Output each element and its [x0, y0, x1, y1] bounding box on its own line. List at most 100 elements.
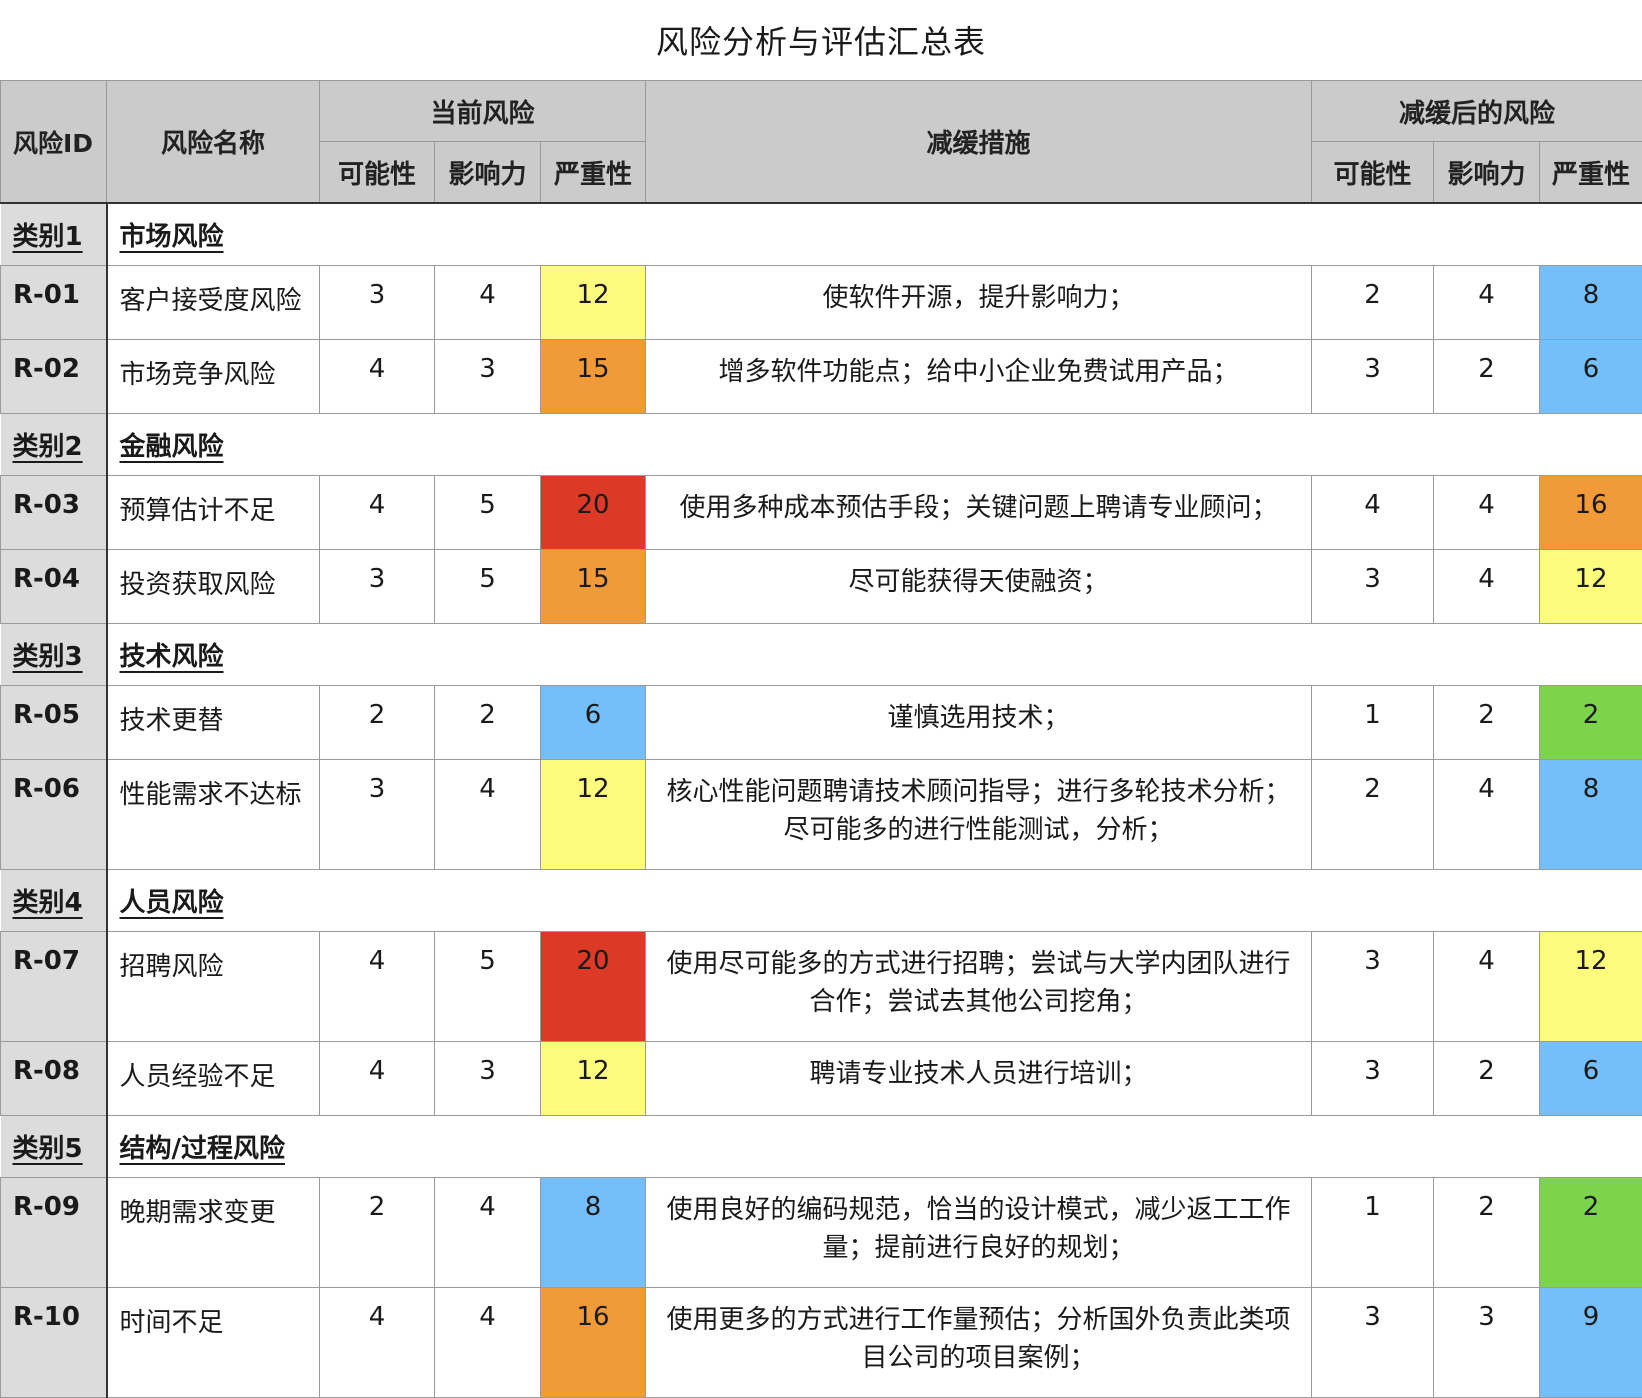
category-label: 类别2: [13, 432, 83, 462]
post-likelihood-value: 3: [1312, 932, 1434, 1042]
post-severity-value: 8: [1540, 266, 1642, 340]
category-label-cell: 类别5: [1, 1116, 107, 1178]
risk-table: 风险ID 风险名称 当前风险 减缓措施 减缓后的风险 可能性 影响力 严重性 可…: [0, 80, 1642, 1398]
likelihood-value: 4: [320, 340, 435, 414]
severity-value: 20: [541, 932, 646, 1042]
post-likelihood-value: 4: [1312, 476, 1434, 550]
post-severity-value: 12: [1540, 550, 1642, 624]
table-row: R-05技术更替226谨慎选用技术；122: [1, 686, 1642, 760]
severity-value: 6: [541, 686, 646, 760]
risk-id: R-01: [1, 266, 107, 340]
category-label: 类别5: [13, 1134, 83, 1164]
impact-value: 4: [435, 1288, 541, 1398]
post-likelihood-value: 2: [1312, 760, 1434, 870]
post-severity-value: 16: [1540, 476, 1642, 550]
risk-id: R-04: [1, 550, 107, 624]
impact-value: 3: [435, 1042, 541, 1116]
category-row: 类别2 金融风险: [1, 414, 1642, 476]
post-impact-value: 2: [1434, 1042, 1540, 1116]
severity-value: 16: [541, 1288, 646, 1398]
risk-name: 时间不足: [107, 1288, 320, 1398]
category-label-cell: 类别3: [1, 624, 107, 686]
post-impact-value: 2: [1434, 1178, 1540, 1288]
page-title: 风险分析与评估汇总表: [0, 0, 1642, 80]
risk-id: R-06: [1, 760, 107, 870]
likelihood-value: 4: [320, 1042, 435, 1116]
mitigation-text: 使用多种成本预估手段；关键问题上聘请专业顾问；: [646, 476, 1312, 550]
mitigation-text: 增多软件功能点；给中小企业免费试用产品；: [646, 340, 1312, 414]
header-current-risk: 当前风险: [320, 81, 646, 142]
severity-value: 20: [541, 476, 646, 550]
risk-id: R-08: [1, 1042, 107, 1116]
post-likelihood-value: 3: [1312, 340, 1434, 414]
mitigation-text: 谨慎选用技术；: [646, 686, 1312, 760]
risk-name: 人员经验不足: [107, 1042, 320, 1116]
table-header: 风险ID 风险名称 当前风险 减缓措施 减缓后的风险 可能性 影响力 严重性 可…: [1, 81, 1642, 204]
risk-id: R-05: [1, 686, 107, 760]
risk-id: R-07: [1, 932, 107, 1042]
category-row: 类别5 结构/过程风险: [1, 1116, 1642, 1178]
impact-value: 3: [435, 340, 541, 414]
post-impact-value: 4: [1434, 476, 1540, 550]
category-name: 技术风险: [120, 642, 224, 672]
category-name-cell: 金融风险: [107, 414, 1642, 476]
post-impact-value: 4: [1434, 932, 1540, 1042]
impact-value: 5: [435, 476, 541, 550]
table-row: R-03预算估计不足4520使用多种成本预估手段；关键问题上聘请专业顾问；441…: [1, 476, 1642, 550]
category-row: 类别4 人员风险: [1, 870, 1642, 932]
table-body: 类别1市场风险R-01客户接受度风险3412使软件开源，提升影响力；248R-0…: [1, 203, 1642, 1398]
post-impact-value: 4: [1434, 550, 1540, 624]
post-severity-value: 12: [1540, 932, 1642, 1042]
post-severity-value: 2: [1540, 686, 1642, 760]
category-label-cell: 类别4: [1, 870, 107, 932]
header-impact: 影响力: [435, 142, 541, 204]
table-row: R-01客户接受度风险3412使软件开源，提升影响力；248: [1, 266, 1642, 340]
category-name: 结构/过程风险: [120, 1134, 286, 1164]
table-row: R-06性能需求不达标3412核心性能问题聘请技术顾问指导；进行多轮技术分析；尽…: [1, 760, 1642, 870]
category-label: 类别4: [13, 888, 83, 918]
table-row: R-02市场竞争风险4315增多软件功能点；给中小企业免费试用产品；326: [1, 340, 1642, 414]
post-likelihood-value: 3: [1312, 1288, 1434, 1398]
header-post-likelihood: 可能性: [1312, 142, 1434, 204]
category-name-cell: 技术风险: [107, 624, 1642, 686]
table-row: R-04投资获取风险3515尽可能获得天使融资；3412: [1, 550, 1642, 624]
post-impact-value: 4: [1434, 266, 1540, 340]
header-post-impact: 影响力: [1434, 142, 1540, 204]
post-impact-value: 2: [1434, 686, 1540, 760]
risk-id: R-10: [1, 1288, 107, 1398]
likelihood-value: 2: [320, 1178, 435, 1288]
post-severity-value: 6: [1540, 1042, 1642, 1116]
impact-value: 4: [435, 266, 541, 340]
post-severity-value: 2: [1540, 1178, 1642, 1288]
category-name-cell: 结构/过程风险: [107, 1116, 1642, 1178]
header-post-risk: 减缓后的风险: [1312, 81, 1642, 142]
severity-value: 12: [541, 1042, 646, 1116]
risk-name: 市场竞争风险: [107, 340, 320, 414]
header-mitigation: 减缓措施: [646, 81, 1312, 204]
header-risk-id: 风险ID: [1, 81, 107, 204]
severity-value: 15: [541, 340, 646, 414]
category-label-cell: 类别2: [1, 414, 107, 476]
category-name: 市场风险: [120, 222, 224, 252]
table-row: R-09晚期需求变更248使用良好的编码规范，恰当的设计模式，减少返工工作量；提…: [1, 1178, 1642, 1288]
category-name: 金融风险: [120, 432, 224, 462]
risk-name: 预算估计不足: [107, 476, 320, 550]
category-name-cell: 市场风险: [107, 203, 1642, 266]
likelihood-value: 3: [320, 266, 435, 340]
category-name-cell: 人员风险: [107, 870, 1642, 932]
header-likelihood: 可能性: [320, 142, 435, 204]
category-label-cell: 类别1: [1, 203, 107, 266]
severity-value: 12: [541, 760, 646, 870]
impact-value: 2: [435, 686, 541, 760]
mitigation-text: 使用良好的编码规范，恰当的设计模式，减少返工工作量；提前进行良好的规划；: [646, 1178, 1312, 1288]
likelihood-value: 2: [320, 686, 435, 760]
category-row: 类别1 市场风险: [1, 203, 1642, 266]
risk-name: 性能需求不达标: [107, 760, 320, 870]
likelihood-value: 4: [320, 932, 435, 1042]
post-impact-value: 4: [1434, 760, 1540, 870]
post-impact-value: 2: [1434, 340, 1540, 414]
likelihood-value: 3: [320, 760, 435, 870]
post-likelihood-value: 2: [1312, 266, 1434, 340]
post-severity-value: 6: [1540, 340, 1642, 414]
severity-value: 8: [541, 1178, 646, 1288]
